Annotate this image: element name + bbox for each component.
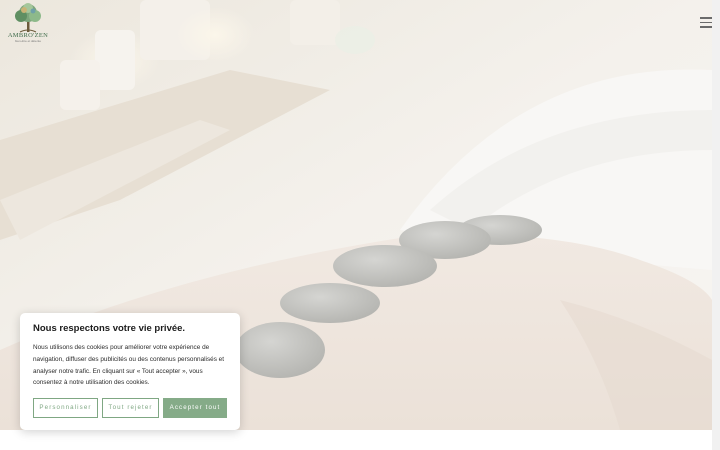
accept-all-button[interactable]: Accepter tout (163, 398, 227, 418)
cookie-banner-title: Nous respectons votre vie privée. (33, 323, 186, 334)
page-scrollbar[interactable] (712, 0, 720, 450)
page: AMBRO'ZEN bien-être et détente Nous resp… (0, 0, 720, 450)
page-footer-area (0, 430, 712, 450)
reject-all-button[interactable]: Tout rejeter (102, 398, 159, 418)
tree-icon (15, 3, 41, 33)
cookie-consent-banner: Nous respectons votre vie privée. Nous u… (20, 313, 240, 430)
customize-button[interactable]: Personnaliser (33, 398, 98, 418)
brand-name: AMBRO'ZEN (7, 32, 49, 39)
brand-logo[interactable]: AMBRO'ZEN bien-être et détente (6, 2, 50, 44)
hamburger-menu-icon[interactable] (698, 15, 714, 29)
brand-tagline: bien-être et détente (14, 39, 42, 43)
cookie-banner-text: Nous utilisons des cookies pour améliore… (33, 344, 225, 387)
